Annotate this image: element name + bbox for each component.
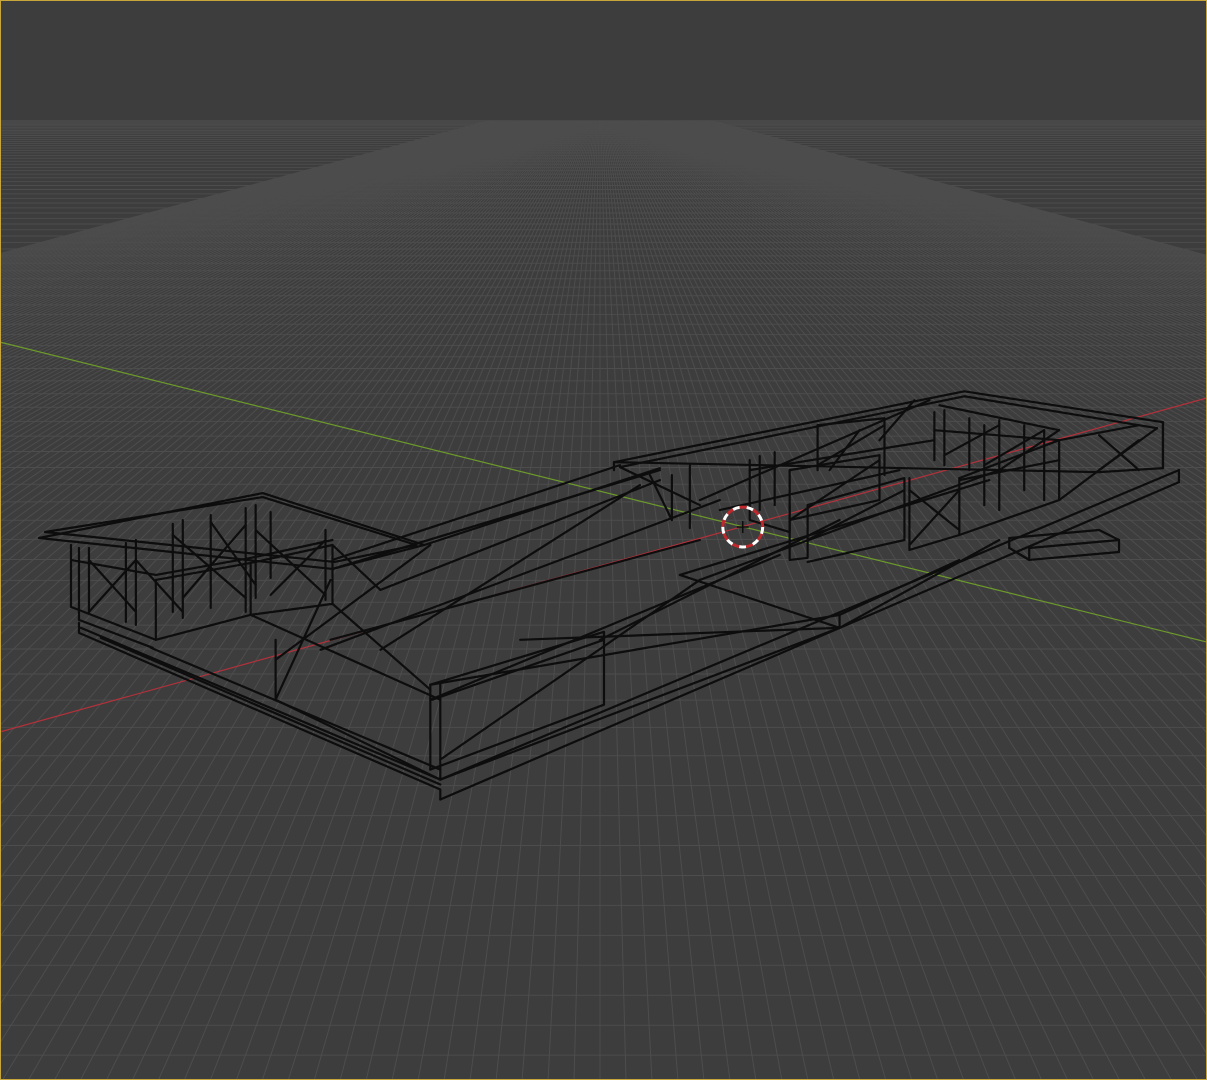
viewport-canvas[interactable] <box>1 1 1206 1079</box>
3d-cursor-icon[interactable] <box>721 505 765 549</box>
3d-viewport[interactable] <box>0 0 1207 1080</box>
connecting-truss[interactable] <box>249 464 1001 761</box>
